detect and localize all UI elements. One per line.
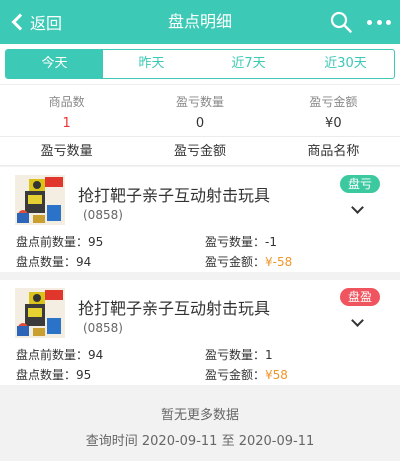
after-qty: 盘点数量：95 [16, 366, 91, 383]
diff-amount-value: ¥58 [265, 368, 288, 382]
tab-last-7-days[interactable]: 近7天 [200, 50, 297, 78]
before-qty-label: 盘点前数量： [16, 348, 89, 362]
product-thumbnail [15, 175, 65, 225]
after-qty-label: 盘点数量： [16, 368, 77, 382]
diff-qty: 盈亏数量：1 [205, 346, 273, 363]
diff-amount-value: ¥-58 [265, 255, 293, 269]
status-badge: 盘盈 [340, 288, 380, 306]
summary-label: 盈亏数量 [175, 95, 224, 109]
sort-by-amount[interactable]: 盈亏金额 [133, 137, 266, 165]
before-qty-value: 94 [88, 348, 104, 362]
before-qty: 盘点前数量：95 [16, 233, 103, 250]
diff-amount-label: 盈亏金额： [205, 368, 266, 382]
chevron-left-icon [11, 13, 29, 31]
tab-yesterday[interactable]: 昨天 [103, 50, 200, 78]
diff-qty-value: 1 [265, 348, 273, 362]
diff-qty-label: 盈亏数量： [205, 235, 266, 249]
tab-last-30-days[interactable]: 近30天 [297, 50, 394, 78]
after-qty-value: 95 [76, 368, 92, 382]
list-item[interactable]: 抢打靶子亲子互动射击玩具 (0858) 盘盈 盘点前数量：94 盈亏数量：1 盘… [0, 280, 400, 385]
diff-amount-label: 盈亏金额： [205, 255, 266, 269]
search-icon[interactable] [330, 11, 352, 33]
after-qty: 盘点数量：94 [16, 253, 91, 270]
summary-product-count: 商品数 1 [0, 85, 133, 136]
product-name: 抢打靶子亲子互动射击玩具 [78, 299, 271, 318]
summary-label: 盈亏金额 [309, 95, 358, 109]
after-qty-value: 94 [76, 255, 92, 269]
tab-today[interactable]: 今天 [6, 50, 103, 78]
sort-by-name[interactable]: 商品名称 [267, 137, 400, 165]
diff-qty: 盈亏数量：-1 [205, 233, 277, 250]
summary-diff-qty: 盈亏数量 0 [133, 85, 266, 136]
list-item[interactable]: 抢打靶子亲子互动射击玩具 (0858) 盘亏 盘点前数量：95 盈亏数量：-1 … [0, 167, 400, 272]
summary-label: 商品数 [48, 95, 85, 109]
summary-value: 1 [62, 116, 71, 131]
after-qty-label: 盘点数量： [16, 255, 77, 269]
chevron-down-icon[interactable] [351, 314, 364, 327]
chevron-down-icon[interactable] [351, 201, 364, 214]
diff-qty-label: 盈亏数量： [205, 348, 266, 362]
product-code: (0858) [83, 208, 123, 222]
diff-amount: 盈亏金额：¥-58 [205, 253, 292, 270]
product-code: (0858) [83, 321, 123, 335]
summary-panel: 商品数 1 盈亏数量 0 盈亏金额 ¥0 [0, 84, 400, 136]
more-icon[interactable] [367, 18, 391, 26]
back-label: 返回 [30, 14, 63, 33]
summary-diff-amount: 盈亏金额 ¥0 [267, 85, 400, 136]
product-name: 抢打靶子亲子互动射击玩具 [78, 186, 271, 205]
product-thumbnail [15, 288, 65, 338]
before-qty-value: 95 [88, 235, 104, 249]
date-tabs: 今天 昨天 近7天 近30天 [5, 49, 395, 79]
before-qty: 盘点前数量：94 [16, 346, 103, 363]
diff-amount: 盈亏金额：¥58 [205, 366, 288, 383]
sort-bar: 盈亏数量 盈亏金额 商品名称 [0, 136, 400, 166]
no-more-data-text: 暂无更多数据 [160, 408, 239, 423]
status-badge: 盘亏 [340, 175, 380, 193]
before-qty-label: 盘点前数量： [16, 235, 89, 249]
summary-value: 0 [195, 116, 205, 131]
back-button[interactable]: 返回 [10, 0, 62, 44]
top-bar: 返回 盘点明细 [0, 0, 400, 44]
date-tabs-bar: 今天 昨天 近7天 近30天 [0, 44, 400, 84]
diff-qty-value: -1 [265, 235, 277, 249]
sort-by-qty[interactable]: 盈亏数量 [0, 137, 133, 165]
query-time-text: 查询时间 2020-09-11 至 2020-09-11 [85, 434, 315, 449]
summary-value: ¥0 [325, 116, 342, 131]
